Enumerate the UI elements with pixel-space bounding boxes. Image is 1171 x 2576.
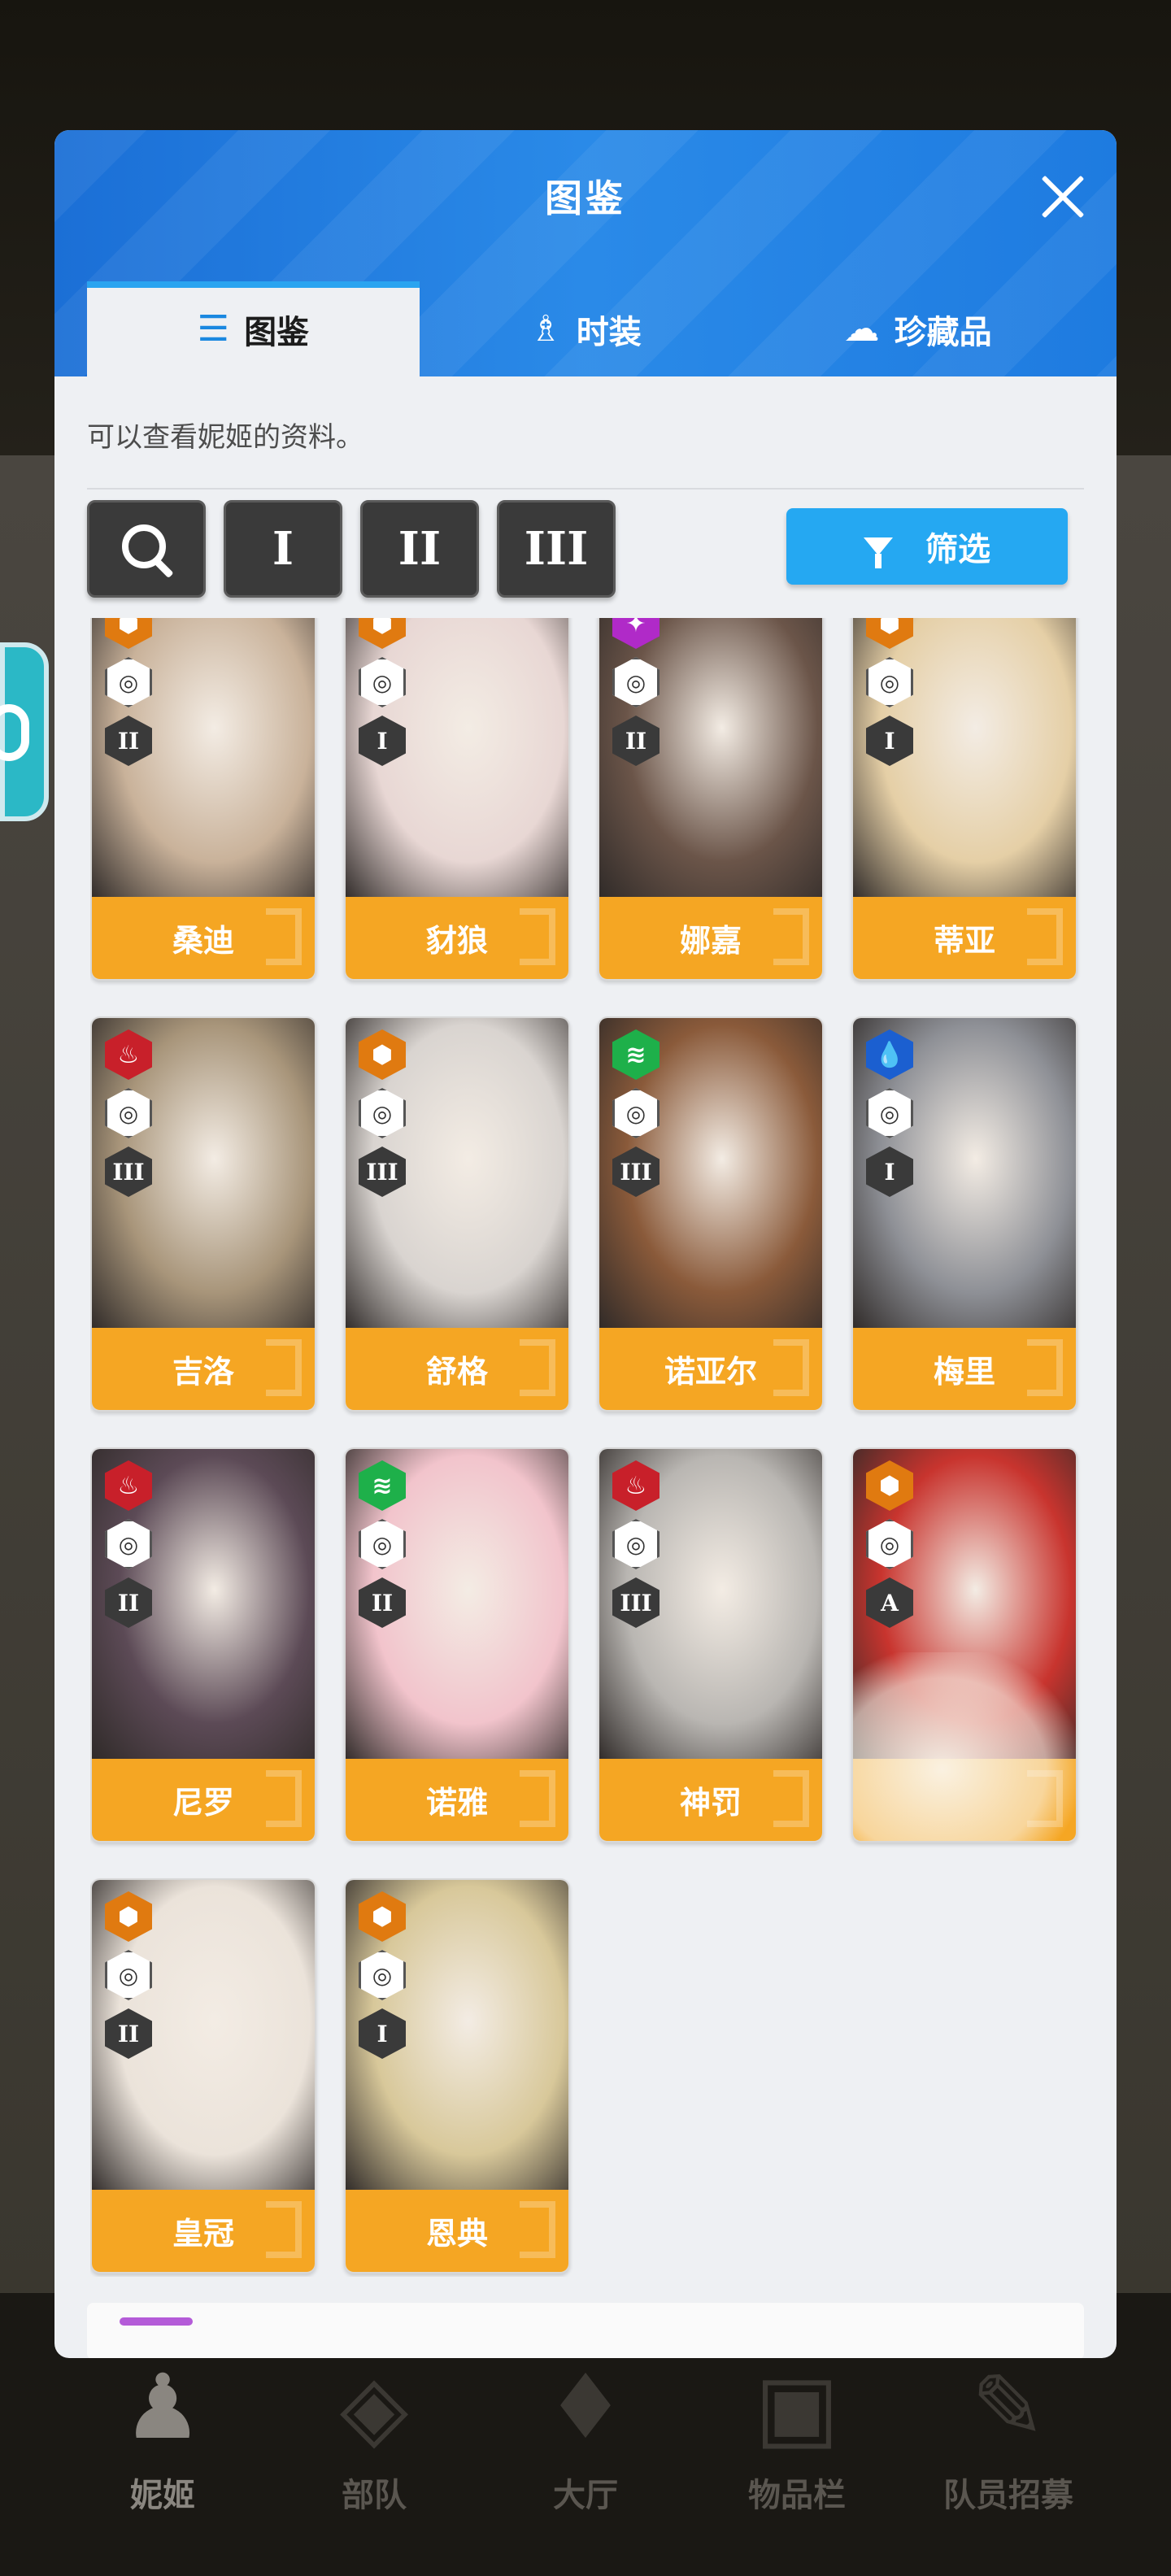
- nav-label: 大厅: [553, 2477, 618, 2514]
- card-name-bar: 舒格: [346, 1328, 568, 1410]
- planet-icon: ☁: [843, 308, 880, 350]
- panel-description: 可以查看妮姬的资料。: [87, 421, 363, 454]
- card-name-bar: 梅里: [853, 1328, 1076, 1410]
- nikke-card[interactable]: ⬢ ◎ I 豺狼: [344, 618, 570, 981]
- nikke-name: 神罚: [679, 1785, 742, 1821]
- nikke-name: 梅里: [933, 1354, 995, 1390]
- divider: [87, 488, 1084, 490]
- card-name-bar: 豺狼: [346, 897, 568, 979]
- tab-treasure[interactable]: ☁ 珍藏品: [751, 281, 1084, 376]
- collection-panel: 图鉴 ☰ 图鉴 ♗ 时装 ☁ 珍藏品 可以查看妮姬的资料。 I II III 筛…: [54, 130, 1117, 2358]
- tab-collection[interactable]: ☰ 图鉴: [87, 281, 420, 376]
- nikke-card[interactable]: 💧 ◎ I 梅里: [851, 1016, 1077, 1412]
- card-name-bar: 皇冠: [92, 2190, 315, 2272]
- tab-label: 图鉴: [244, 313, 310, 351]
- sift-label: 筛选: [925, 531, 990, 568]
- panel-title: 图鉴: [545, 176, 626, 220]
- nikke-name: 娜嘉: [679, 923, 742, 959]
- nikke-card[interactable]: ♨ ◎ II 尼罗: [90, 1447, 316, 1843]
- burst-1-filter-button[interactable]: I: [224, 500, 342, 598]
- redacted-overlay: [853, 1652, 1076, 1841]
- nikke-name: 桑迪: [172, 923, 234, 959]
- nav-label: 部队: [342, 2477, 407, 2514]
- tab-label: 珍藏品: [894, 313, 992, 351]
- nikke-name: 豺狼: [425, 923, 488, 959]
- card-name-bar: 恩典: [346, 2190, 568, 2272]
- card-name-bar: 娜嘉: [599, 897, 822, 979]
- nikke-grid: ⬢ ◎ II 桑迪 ⬢ ◎ I 豺狼 ✦ ◎ II 娜嘉 ⬢ ◎ I 蒂亚 ♨ ◎ III 吉洛 ⬢ ◎ III 舒格 ≋ ◎ II…: [90, 618, 1090, 2277]
- nikke-name: 吉洛: [172, 1354, 234, 1390]
- nikke-name: 诺雅: [425, 1785, 488, 1821]
- nikke-name: 尼罗: [172, 1785, 234, 1821]
- nikke-card[interactable]: ≋ ◎ II 诺雅: [344, 1447, 570, 1843]
- side-event-tab[interactable]: [0, 642, 49, 821]
- nikke-card[interactable]: ⬢ ◎ II 皇冠: [90, 1878, 316, 2274]
- tab-bar: ☰ 图鉴 ♗ 时装 ☁ 珍藏品: [87, 281, 1084, 376]
- rarity-stripe: [120, 2317, 193, 2326]
- nikke-card[interactable]: ♨ ◎ III 神罚: [598, 1447, 824, 1843]
- dress-icon: ♗: [529, 308, 562, 350]
- panel-header: 图鉴 ☰ 图鉴 ♗ 时装 ☁ 珍藏品: [54, 130, 1117, 376]
- nav-label: 队员招募: [943, 2477, 1073, 2514]
- nikke-name: 舒格: [425, 1354, 488, 1390]
- nav-item-recruit[interactable]: ✎ 队员招募: [927, 2350, 1090, 2514]
- nav-item-nikke[interactable]: ♟ 妮姬: [81, 2350, 244, 2514]
- group-icon: ♟: [122, 2355, 203, 2459]
- nikke-card[interactable]: ⬢ ◎ I 蒂亚: [851, 618, 1077, 981]
- card-name-bar: 桑迪: [92, 897, 315, 979]
- burst-3-filter-button[interactable]: III: [497, 500, 616, 598]
- nikke-card[interactable]: ⬢ ◎ II 桑迪: [90, 618, 316, 981]
- card-name-bar: 诺雅: [346, 1759, 568, 1841]
- search-button[interactable]: [87, 500, 206, 598]
- inventory-icon: ▣: [755, 2355, 839, 2459]
- card-name-bar: 神罚: [599, 1759, 822, 1841]
- nikke-name: 恩典: [425, 2216, 488, 2252]
- card-name-bar: 吉洛: [92, 1328, 315, 1410]
- card-name-bar: 蒂亚: [853, 897, 1076, 979]
- list-icon: ☰: [197, 308, 230, 350]
- nikke-card[interactable]: ⬢ ◎ III 舒格: [344, 1016, 570, 1412]
- search-icon: [122, 524, 174, 579]
- card-name-bar: 尼罗: [92, 1759, 315, 1841]
- nav-item-lobby[interactable]: ♦ 大厅: [504, 2350, 667, 2514]
- nikke-card[interactable]: ⬢ ◎ A: [851, 1447, 1077, 1843]
- nikke-card[interactable]: ✦ ◎ II 娜嘉: [598, 618, 824, 981]
- bottom-nav: ♟ 妮姬 ◈ 部队 ♦ 大厅 ▣ 物品栏 ✎ 队员招募: [81, 2350, 1090, 2514]
- close-button[interactable]: [1037, 171, 1089, 223]
- nikke-card[interactable]: ♨ ◎ III 吉洛: [90, 1016, 316, 1412]
- lobby-icon: ♦: [545, 2355, 626, 2459]
- nav-label: 妮姬: [130, 2477, 195, 2514]
- recruit-icon: ✎: [970, 2355, 1047, 2459]
- sift-button[interactable]: 筛选: [786, 508, 1068, 585]
- squad-icon: ◈: [339, 2355, 409, 2459]
- card-name-bar: 诺亚尔: [599, 1328, 822, 1410]
- bottom-card-strip: [87, 2303, 1084, 2358]
- side-event-icon: [0, 704, 29, 761]
- nikke-name: 皇冠: [172, 2216, 234, 2252]
- burst-2-filter-button[interactable]: II: [360, 500, 479, 598]
- tab-costume[interactable]: ♗ 时装: [420, 281, 752, 376]
- nikke-name: 诺亚尔: [664, 1354, 757, 1390]
- tab-label: 时装: [576, 313, 642, 351]
- nav-label: 物品栏: [748, 2477, 846, 2514]
- nav-item-squad[interactable]: ◈ 部队: [293, 2350, 455, 2514]
- nikke-name: 蒂亚: [933, 923, 995, 959]
- nikke-card[interactable]: ≋ ◎ III 诺亚尔: [598, 1016, 824, 1412]
- nav-item-inventory[interactable]: ▣ 物品栏: [716, 2350, 878, 2514]
- nikke-card[interactable]: ⬢ ◎ I 恩典: [344, 1878, 570, 2274]
- funnel-icon: [864, 537, 893, 568]
